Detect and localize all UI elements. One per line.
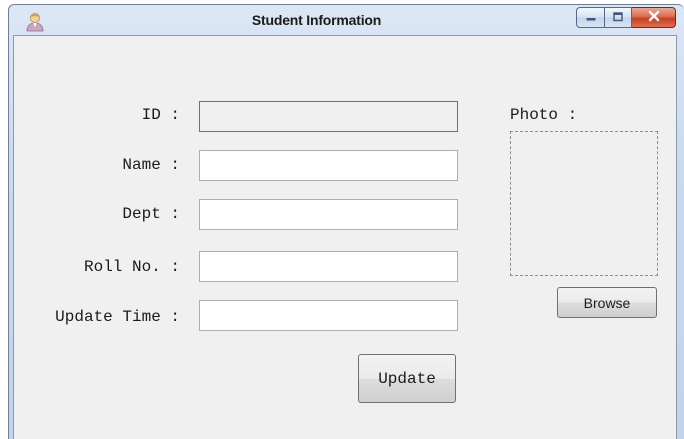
maximize-button[interactable] (604, 7, 632, 28)
roll-no-field[interactable] (199, 251, 458, 282)
roll-no-label: Roll No. : (83, 258, 180, 276)
close-icon (647, 9, 661, 27)
screen: Student Information ID: Name: Dept: R… (0, 0, 684, 439)
maximize-icon (612, 9, 624, 27)
caption-buttons (576, 7, 676, 29)
window-title: Student Information (251, 12, 382, 28)
browse-button[interactable]: Browse (557, 287, 657, 318)
dept-label: Dept : (122, 205, 180, 223)
close-button[interactable] (632, 7, 676, 28)
update-button[interactable]: Update (358, 354, 456, 403)
id-label: ID : (141, 106, 180, 124)
photo-label: Photo : (510, 106, 578, 124)
dept-field[interactable] (199, 199, 458, 230)
name-field[interactable] (199, 150, 458, 181)
name-label: Name : (122, 156, 180, 174)
form-client-area: ID : Name : Dept : Roll No. : Update Tim… (13, 35, 677, 439)
id-field[interactable] (199, 101, 458, 132)
update-time-field[interactable] (199, 300, 458, 331)
minimize-button[interactable] (576, 7, 604, 28)
title-bar[interactable]: Student Information (9, 5, 684, 35)
minimize-icon (585, 9, 597, 27)
app-window: Student Information ID: Name: Dept: R… (8, 4, 684, 439)
update-time-label: Update Time : (55, 308, 180, 326)
photo-box (510, 131, 658, 276)
